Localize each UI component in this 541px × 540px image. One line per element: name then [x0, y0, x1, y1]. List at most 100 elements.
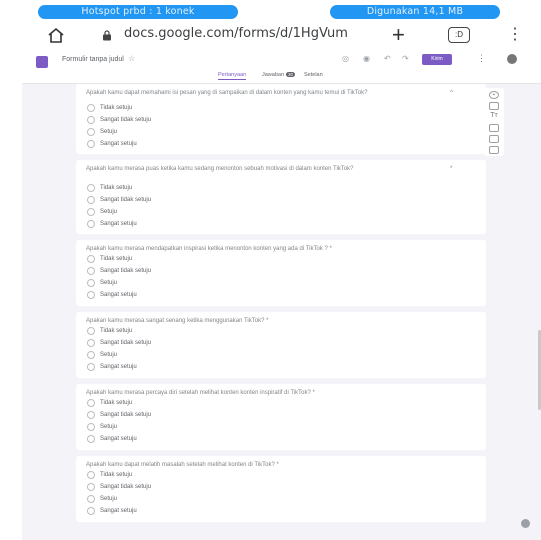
question-text[interactable]: Apakah kamu merasa percaya diri setelah … — [86, 390, 446, 398]
home-icon[interactable] — [47, 27, 65, 43]
forms-logo-icon[interactable] — [36, 56, 48, 68]
option-label: Setuju — [100, 129, 118, 135]
question-card[interactable]: Apakah kamu merasa percaya diri setelah … — [76, 384, 486, 450]
tab-questions[interactable]: Pertanyaan — [218, 72, 247, 80]
hotspot-status: Hotspot prbd : 1 konek — [38, 5, 238, 19]
import-icon[interactable] — [489, 102, 499, 110]
radio-icon[interactable] — [87, 363, 95, 371]
add-circle-icon[interactable]: + — [489, 91, 499, 99]
star-icon[interactable]: ☆ — [128, 54, 135, 63]
radio-icon[interactable] — [87, 140, 95, 148]
section-icon[interactable] — [489, 146, 499, 154]
option-item[interactable]: Sangat tidak setuju — [87, 411, 151, 419]
question-card[interactable]: Apakah kamu dapat melatih masalah setela… — [76, 456, 486, 522]
option-label: Setuju — [100, 424, 118, 430]
forms-header: Formulir tanpa judul ☆ ◎ ◉ ↶ ↷ Kirim ⋮ P… — [22, 50, 541, 84]
option-item[interactable]: Sangat tidak setuju — [87, 267, 151, 275]
radio-icon[interactable] — [87, 495, 95, 503]
question-card[interactable]: Apakah kamu merasa puas ketika kamu seda… — [76, 160, 486, 234]
option-item[interactable]: Setuju — [87, 208, 117, 216]
preview-icon[interactable]: ◉ — [363, 54, 370, 63]
radio-icon[interactable] — [87, 255, 95, 263]
question-text[interactable]: Apakah kamu dapat melatih masalah setela… — [86, 462, 446, 470]
form-title[interactable]: Formulir tanpa judul — [62, 56, 124, 63]
radio-icon[interactable] — [87, 411, 95, 419]
video-icon[interactable] — [489, 135, 499, 143]
lock-icon — [103, 30, 111, 41]
radio-icon[interactable] — [87, 423, 95, 431]
form-editor-canvas: Apakah kamu dapat memahami isi pesan yan… — [22, 84, 541, 540]
tab-settings[interactable]: Setelan — [304, 72, 323, 78]
option-item[interactable]: Sangat tidak setuju — [87, 116, 151, 124]
option-item[interactable]: Sangat tidak setuju — [87, 196, 151, 204]
radio-icon[interactable] — [87, 507, 95, 515]
option-item[interactable]: Tidak setuju — [87, 255, 132, 263]
address-bar[interactable]: docs.google.com/forms/d/1HgVum — [124, 26, 348, 41]
tab-responses[interactable]: Jawaban 30 — [262, 72, 296, 78]
radio-icon[interactable] — [87, 220, 95, 228]
browser-toolbar: docs.google.com/forms/d/1HgVum + :D ⋮ — [0, 22, 541, 48]
option-item[interactable]: Sangat setuju — [87, 220, 137, 228]
radio-icon[interactable] — [87, 471, 95, 479]
browser-menu-icon[interactable]: ⋮ — [507, 26, 523, 44]
radio-icon[interactable] — [87, 267, 95, 275]
radio-icon[interactable] — [87, 351, 95, 359]
radio-icon[interactable] — [87, 128, 95, 136]
option-item[interactable]: Setuju — [87, 128, 117, 136]
option-item[interactable]: Sangat tidak setuju — [87, 483, 151, 491]
option-label: Tidak setuju — [100, 472, 133, 478]
more-options-icon[interactable]: ⋮ — [477, 53, 486, 64]
option-item[interactable]: Tidak setuju — [87, 327, 132, 335]
radio-icon[interactable] — [87, 279, 95, 287]
question-text[interactable]: Apakah kamu dapat memahami isi pesan yan… — [86, 90, 446, 98]
option-item[interactable]: Sangat setuju — [87, 291, 137, 299]
radio-icon[interactable] — [87, 483, 95, 491]
option-item[interactable]: Setuju — [87, 495, 117, 503]
question-text[interactable]: Apakah kamu merasa puas ketika kamu seda… — [86, 166, 446, 174]
radio-icon[interactable] — [87, 208, 95, 216]
question-card[interactable]: Apakah kamu dapat memahami isi pesan yan… — [76, 84, 486, 154]
option-label: Sangat setuju — [100, 221, 137, 227]
option-label: Sangat setuju — [100, 292, 137, 298]
question-text[interactable]: Apakan kamu merasa sangat senang ketika … — [86, 318, 446, 326]
image-icon[interactable] — [489, 124, 499, 132]
radio-icon[interactable] — [87, 327, 95, 335]
option-item[interactable]: Tidak setuju — [87, 184, 132, 192]
data-usage-status: Digunakan 14,1 MB — [330, 5, 500, 19]
option-item[interactable]: Setuju — [87, 351, 117, 359]
palette-icon[interactable]: ◎ — [342, 54, 349, 63]
question-text[interactable]: Apakah kamu merasa mendapatkan inspirasi… — [86, 246, 446, 254]
radio-icon[interactable] — [87, 435, 95, 443]
option-item[interactable]: Sangat setuju — [87, 435, 137, 443]
undo-icon[interactable]: ↶ — [384, 54, 391, 63]
radio-icon[interactable] — [87, 196, 95, 204]
new-tab-icon[interactable]: + — [392, 24, 405, 46]
option-label: Setuju — [100, 209, 118, 215]
radio-icon[interactable] — [87, 116, 95, 124]
option-item[interactable]: Tidak setuju — [87, 399, 132, 407]
option-label: Sangat tidak setuju — [100, 484, 152, 490]
send-button[interactable]: Kirim — [422, 54, 452, 65]
radio-icon[interactable] — [87, 104, 95, 112]
radio-icon[interactable] — [87, 339, 95, 347]
radio-icon[interactable] — [87, 184, 95, 192]
radio-icon[interactable] — [87, 291, 95, 299]
option-item[interactable]: Sangat setuju — [87, 507, 137, 515]
avatar[interactable] — [507, 54, 517, 64]
help-icon[interactable] — [521, 519, 530, 528]
title-icon[interactable]: Tт — [489, 112, 499, 121]
tab-switcher-icon[interactable]: :D — [448, 27, 470, 43]
question-card[interactable]: Apakan kamu merasa sangat senang ketika … — [76, 312, 486, 378]
option-label: Sangat tidak setuju — [100, 340, 152, 346]
option-item[interactable]: Sangat tidak setuju — [87, 339, 151, 347]
radio-icon[interactable] — [87, 399, 95, 407]
option-item[interactable]: Sangat setuju — [87, 363, 137, 371]
option-label: Sangat tidak setuju — [100, 412, 152, 418]
option-item[interactable]: Tidak setuju — [87, 471, 132, 479]
option-item[interactable]: Setuju — [87, 279, 117, 287]
option-item[interactable]: Sangat setuju — [87, 140, 137, 148]
option-item[interactable]: Setuju — [87, 423, 117, 431]
redo-icon[interactable]: ↷ — [402, 54, 409, 63]
option-item[interactable]: Tidak setuju — [87, 104, 132, 112]
question-card[interactable]: Apakah kamu merasa mendapatkan inspirasi… — [76, 240, 486, 306]
